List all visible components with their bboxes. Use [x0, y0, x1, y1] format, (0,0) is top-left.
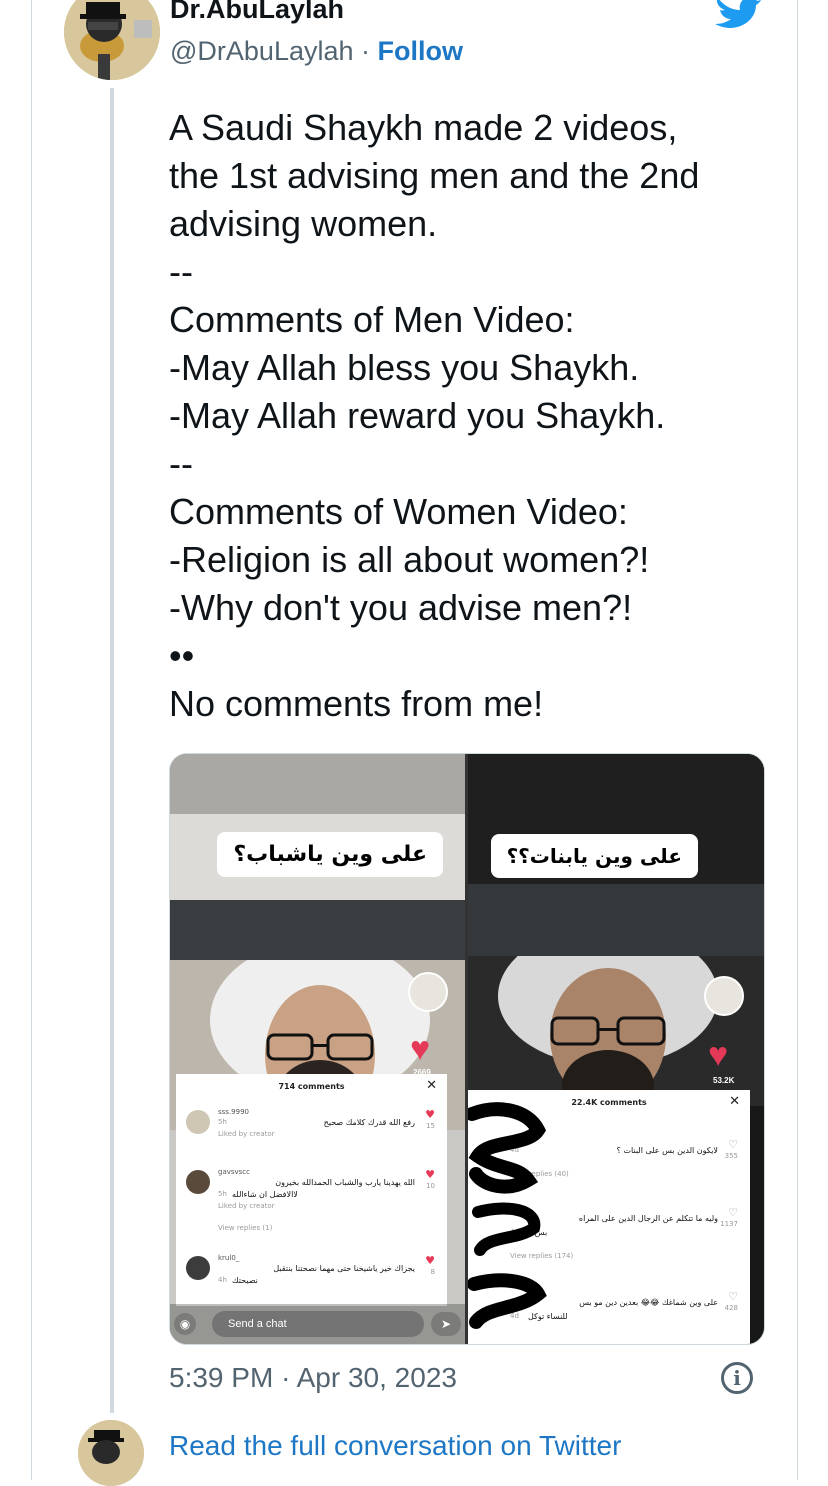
creator-avatar[interactable] [408, 972, 448, 1012]
read-conversation-link[interactable]: Read the full conversation on Twitter [169, 1430, 621, 1462]
tweet-line: -Religion is all about women?! [169, 539, 650, 580]
view-replies[interactable]: View replies (1) [218, 1224, 272, 1232]
heart-icon[interactable]: ♥ [410, 1030, 430, 1069]
heart-icon[interactable]: ♥ [708, 1036, 728, 1075]
tweet-date: Apr 30, 2023 [296, 1362, 457, 1393]
tweet-line: Comments of Men Video: [169, 299, 575, 340]
send-icon[interactable]: ➤ [431, 1312, 461, 1336]
comment-like-count: 428 [724, 1304, 738, 1312]
tweet-line: -May Allah bless you Shaykh. [169, 347, 640, 388]
heart-icon[interactable]: ♡ [728, 1290, 738, 1303]
heart-icon[interactable]: ♡ [728, 1138, 738, 1151]
tweet-time: 5:39 PM [169, 1362, 274, 1393]
video-band [468, 884, 764, 956]
heart-icon[interactable]: ♥ [425, 1254, 435, 1267]
video-caption: على وين يابنات؟؟ [490, 834, 698, 878]
video-band [170, 900, 465, 960]
comment-like-count: 1137 [720, 1220, 738, 1228]
comment-time: 5h [218, 1118, 227, 1126]
comment-like-count: 10 [426, 1182, 435, 1190]
avatar[interactable] [78, 1420, 144, 1486]
handle[interactable]: @DrAbuLaylah [170, 36, 354, 66]
close-icon[interactable]: ✕ [426, 1078, 437, 1093]
media-panel-men: على وين ياشباب؟ ♥ 2669 714 comments ✕ ss… [170, 754, 465, 1344]
liked-by-creator: Liked by creator [218, 1130, 275, 1138]
comment-time: 5h [218, 1190, 227, 1198]
avatar [186, 1110, 210, 1134]
thread-line [110, 88, 114, 1413]
follow-button[interactable]: Follow [378, 36, 463, 66]
comment-like-count: 8 [430, 1268, 435, 1276]
chat-bar: ◉ Send a chat ➤ [170, 1304, 465, 1344]
tweet-line: Comments of Women Video: [169, 491, 628, 532]
avatar [186, 1256, 210, 1280]
tweet-line: •• [169, 635, 195, 676]
display-name[interactable]: Dr.AbuLaylah [170, 0, 344, 25]
comments-sheet: 714 comments ✕ sss.9990 رفع الله قدرك كل… [176, 1074, 447, 1306]
separator-dot: · [361, 36, 371, 66]
tweet-timestamp[interactable]: 5:39 PM · Apr 30, 2023 [169, 1362, 457, 1394]
tweet-line: A Saudi Shaykh made 2 videos, [169, 107, 678, 148]
video-caption: على وين ياشباب؟ [217, 832, 443, 877]
liked-by-creator: Liked by creator [218, 1202, 275, 1210]
heart-icon[interactable]: ♥ [425, 1108, 435, 1121]
heart-icon[interactable]: ♥ [425, 1168, 435, 1181]
comment-text: لاالافضل ان شاءالله [232, 1190, 298, 1199]
tweet-line: No comments from me! [169, 683, 544, 724]
comments-count: 714 comments [278, 1082, 345, 1091]
tweet-media[interactable]: على وين ياشباب؟ ♥ 2669 714 comments ✕ ss… [169, 753, 765, 1345]
comment-text: نصيحتك [232, 1276, 258, 1285]
camera-icon[interactable]: ◉ [174, 1313, 196, 1335]
tweet-text: A Saudi Shaykh made 2 videos, the 1st ad… [169, 104, 769, 728]
redaction-scribble [468, 1102, 547, 1329]
comment-user: sss.9990 [218, 1108, 249, 1116]
tweet-line: -- [169, 251, 193, 292]
comment-time: 4h [218, 1276, 227, 1284]
info-icon[interactable]: i [721, 1362, 753, 1394]
tweet-line: advising women. [169, 203, 438, 244]
media-panel-women: على وين يابنات؟؟ ♥ 53.2K 22.4K comments … [468, 754, 764, 1344]
comment-text: يجزاك خير ياشيخنا حتى مهما نصحتنا بنتقبل [273, 1264, 415, 1273]
comment-text: رفع الله قدرك كلامك صحيح [323, 1118, 415, 1127]
twitter-bird-icon[interactable] [712, 0, 762, 28]
like-count: 53.2K [713, 1076, 735, 1085]
handle-line: @DrAbuLaylah · Follow [170, 36, 463, 67]
comment-like-count: 15 [426, 1122, 435, 1130]
heart-icon[interactable]: ♡ [728, 1206, 738, 1219]
comment-text: الله يهدينا يارب والشباب الحمدالله بخيرو… [275, 1178, 415, 1187]
tweet-line: -Why don't you advise men?! [169, 587, 633, 628]
send-chat-input[interactable]: Send a chat [212, 1311, 424, 1337]
avatar [186, 1170, 210, 1194]
comment-user: gavsvscc [218, 1168, 251, 1176]
tweet-line: -- [169, 443, 193, 484]
creator-avatar[interactable] [704, 976, 744, 1016]
comment-like-count: 355 [724, 1152, 738, 1160]
close-icon[interactable]: ✕ [729, 1094, 740, 1109]
tweet-line: -May Allah reward you Shaykh. [169, 395, 666, 436]
tweet-line: the 1st advising men and the 2nd [169, 155, 700, 196]
comment-user: krul0_ [218, 1254, 240, 1262]
separator-dot: · [281, 1362, 291, 1393]
